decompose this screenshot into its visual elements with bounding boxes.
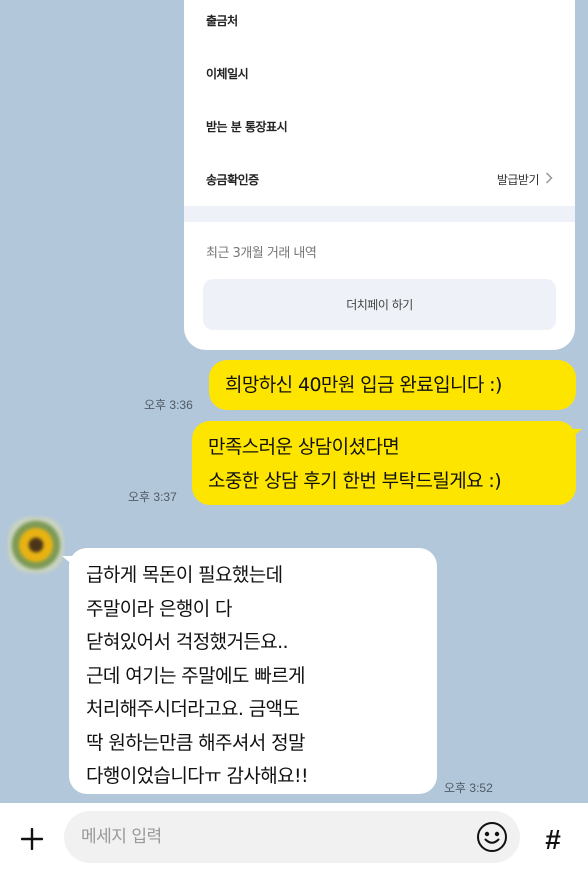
message-text: 희망하신 40만원 입금 완료입니다 :) — [225, 374, 502, 396]
message-line: 급하게 목돈이 필요했는데 — [86, 564, 283, 586]
issue-certificate-link[interactable]: 발급받기 — [497, 171, 553, 188]
card-row-label: 받는 분 통장표시 — [206, 119, 288, 134]
message-input-bar: # — [0, 803, 588, 870]
hashtag-button[interactable]: # — [533, 820, 573, 860]
message-line: 딱 원하는만큼 해주셔서 정말 — [86, 731, 305, 754]
message-line: 처리해주시더라고요. 금액도 — [86, 698, 300, 720]
message-time: 오후 3:36 — [144, 398, 193, 412]
chevron-right-icon — [545, 171, 553, 187]
dutch-pay-button[interactable]: 더치페이 하기 — [203, 279, 556, 330]
other-message-bubble: 급하게 목돈이 필요했는데 주말이라 은행이 다 닫혀있어서 걱정했거든요.. … — [62, 548, 437, 794]
message-input[interactable] — [64, 811, 520, 863]
card-row-transfer-certificate[interactable]: 송금확인증 발급받기 — [206, 167, 553, 191]
card-row-withdrawal-account: 출금처 — [206, 8, 553, 32]
plus-icon[interactable] — [14, 821, 50, 857]
message-line: 근데 여기는 주말에도 빠르게 — [86, 664, 305, 687]
transfer-receipt-card: 출금처 이체일시 받는 분 통장표시 송금확인증 발급받기 최근 3개월 거래 … — [184, 0, 575, 350]
my-message-bubble: 만족스러운 상담이셨다면 소중한 상담 후기 한번 부탁드릴게요 :) — [192, 421, 582, 505]
card-row-label: 출금처 — [206, 13, 238, 28]
card-row-label: 송금확인증 — [206, 172, 259, 187]
card-row-recipient-display: 받는 분 통장표시 — [206, 114, 553, 138]
issue-certificate-label: 발급받기 — [496, 172, 540, 187]
card-row-transfer-datetime: 이체일시 — [206, 61, 553, 85]
message-line: 닫혀있어서 걱정했거든요.. — [86, 631, 289, 653]
message-time: 오후 3:37 — [128, 490, 177, 504]
message-line: 다행이었습니다ㅠ 감사해요!! — [86, 765, 309, 787]
my-message-bubble: 희망하신 40만원 입금 완료입니다 :) — [209, 360, 576, 410]
sunflower-avatar[interactable] — [8, 517, 64, 573]
recent-transactions-label: 최근 3개월 거래 내역 — [206, 246, 317, 261]
message-line: 주말이라 은행이 다 — [86, 597, 233, 620]
card-divider — [184, 206, 575, 222]
message-line: 만족스러운 상담이셨다면 — [208, 436, 400, 458]
card-row-label: 이체일시 — [206, 66, 249, 81]
message-line: 소중한 상담 후기 한번 부탁드릴게요 :) — [208, 470, 502, 492]
message-time: 오후 3:52 — [444, 781, 493, 795]
emoji-icon[interactable] — [475, 820, 509, 854]
